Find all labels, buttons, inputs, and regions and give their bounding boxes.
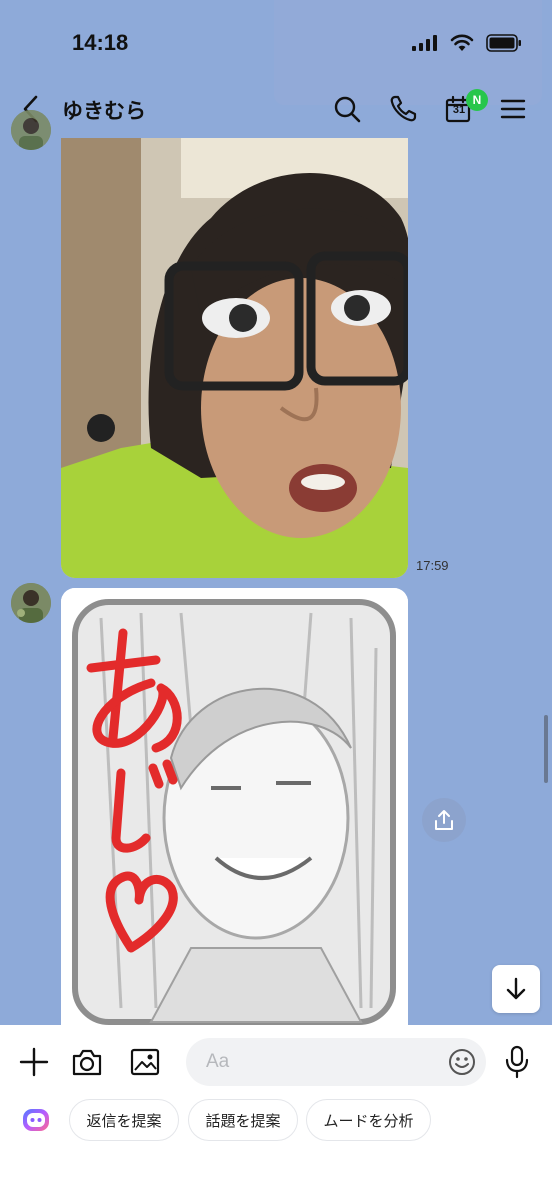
sketch-photo-image <box>61 588 408 1028</box>
chat-title: ゆきむら <box>62 100 146 123</box>
status-icons <box>412 34 522 52</box>
camera-button[interactable] <box>67 1042 107 1082</box>
photo-message[interactable] <box>61 588 408 1028</box>
camera-icon <box>72 1049 102 1076</box>
ai-assistant-button[interactable] <box>20 1104 52 1136</box>
share-icon <box>435 810 453 830</box>
suggest-reply-chip[interactable]: 返信を提案 <box>69 1099 179 1141</box>
arrow-down-icon <box>506 977 526 1000</box>
emoji-button[interactable] <box>446 1046 478 1078</box>
avatar-image <box>11 110 51 150</box>
share-button[interactable] <box>422 798 466 842</box>
ai-bot-icon <box>23 1109 49 1131</box>
smiley-icon <box>449 1049 475 1075</box>
sender-avatar[interactable] <box>11 583 51 623</box>
photo-message[interactable] <box>61 138 408 578</box>
scroll-to-bottom-button[interactable] <box>492 965 540 1013</box>
battery-icon <box>486 34 521 52</box>
suggest-topic-chip[interactable]: 話題を提案 <box>188 1099 298 1141</box>
image-icon <box>130 1048 160 1076</box>
notification-overlay <box>274 0 542 105</box>
message-input[interactable] <box>186 1038 486 1086</box>
menu-button[interactable] <box>496 92 530 126</box>
wifi-icon <box>450 34 474 51</box>
scrollbar-thumb[interactable] <box>544 715 548 783</box>
new-badge: N <box>466 89 488 111</box>
search-icon <box>334 96 361 123</box>
sender-avatar[interactable] <box>11 110 51 150</box>
call-button[interactable] <box>386 92 420 126</box>
add-button[interactable] <box>14 1042 54 1082</box>
plus-icon <box>19 1047 49 1077</box>
photo-image <box>61 138 408 578</box>
analyze-mood-chip[interactable]: ムードを分析 <box>306 1099 431 1141</box>
phone-icon <box>390 95 417 122</box>
avatar-image <box>11 583 51 623</box>
cellular-signal-icon <box>412 35 437 51</box>
search-button[interactable] <box>330 92 364 126</box>
voice-button[interactable] <box>497 1042 537 1082</box>
status-time: 14:18 <box>72 30 129 55</box>
microphone-icon <box>505 1045 529 1079</box>
hamburger-menu-icon <box>500 99 526 119</box>
gallery-button[interactable] <box>125 1042 165 1082</box>
message-timestamp: 17:59 <box>416 558 449 573</box>
